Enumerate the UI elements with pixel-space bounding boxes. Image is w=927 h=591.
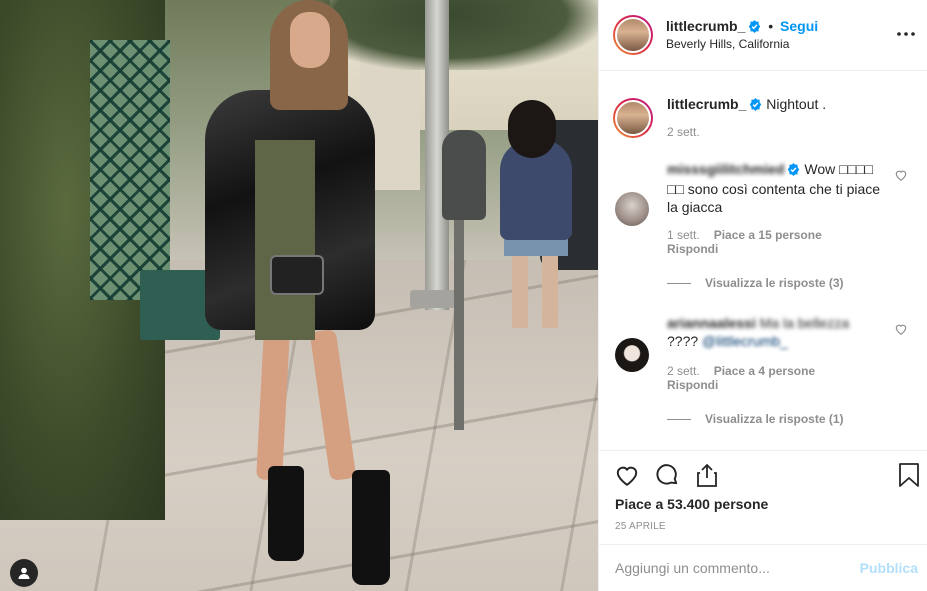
comment-time[interactable]: 2 sett. [667,364,700,378]
comment-like-icon[interactable] [894,322,908,336]
author-avatar[interactable] [613,15,653,55]
comments-list[interactable]: littlecrumb_ Nightout . 2 sett. misssgii… [599,72,927,450]
comment-text: ???? [667,333,699,349]
comment-likes[interactable]: Piace a 15 persone [714,228,822,242]
caption-text-line: littlecrumb_ Nightout . [667,96,826,114]
bookmark-icon[interactable] [895,461,923,489]
comment-like-icon[interactable] [894,168,908,182]
user-tag-icon[interactable] [10,559,38,587]
view-replies-line [667,282,691,284]
view-replies-line [667,418,691,420]
post-actions: Piace a 53.400 persone 25 APRILE [599,450,927,544]
comment-mention[interactable]: @littlecrumb_ [702,333,788,349]
comment-input[interactable] [615,557,835,579]
likes-count[interactable]: Piace a 53.400 persone [615,496,768,512]
photo-lattice [90,40,170,300]
comment-username[interactable]: ariannaalessi [667,315,756,331]
comment-text-blurred: Ma la bellezza [759,315,850,331]
comment-meta: 2 sett. Piace a 4 persone Rispondi [667,364,829,392]
caption-text: Nightout . [766,96,827,112]
comment-avatar[interactable] [615,338,649,372]
separator-dot: • [768,18,774,34]
post-header: littlecrumb_ • Segui Beverly Hills, Cali… [599,0,927,71]
photo-bg-person-hair [508,100,556,158]
photo-model-face [290,12,330,68]
photo-parking-meter [442,130,486,220]
more-options-icon[interactable] [894,22,918,46]
post-photo[interactable] [0,0,598,591]
reply-button[interactable]: Rispondi [667,242,822,256]
author-line: littlecrumb_ • Segui [666,18,818,36]
caption-avatar[interactable] [613,98,653,138]
comment-time[interactable]: 1 sett. [667,228,700,242]
reply-button[interactable]: Rispondi [667,378,815,392]
heart-icon[interactable] [613,461,641,489]
photo-bg-person-legs [512,250,562,328]
photo-meter-post [454,220,464,430]
verified-badge-icon [749,98,762,114]
view-replies-label: Visualizza le risposte (3) [705,276,844,290]
add-comment-bar: Pubblica [599,544,927,591]
publish-button[interactable]: Pubblica [860,560,918,576]
share-icon[interactable] [693,461,721,489]
comment-icon[interactable] [653,461,681,489]
author-username[interactable]: littlecrumb_ [666,18,745,34]
verified-badge-icon [748,20,761,36]
view-replies-label: Visualizza le risposte (1) [705,412,844,426]
comment-body: misssgiilitchmied Wow □□□□ □□ sono così … [667,160,889,216]
caption-username[interactable]: littlecrumb_ [667,96,746,112]
verified-badge-icon [787,162,800,180]
photo-pole-base [410,290,460,308]
follow-button[interactable]: Segui [780,18,818,34]
comment-body: ariannaalessi Ma la bellezza ???? @littl… [667,314,889,350]
photo-model-boot-left [268,466,304,561]
view-replies-button[interactable]: Visualizza le risposte (3) [667,276,844,290]
post-date[interactable]: 25 APRILE [615,521,666,532]
comment-username[interactable]: misssgiilitchmied [667,161,784,177]
post-side-panel: littlecrumb_ • Segui Beverly Hills, Cali… [598,0,927,591]
view-replies-button[interactable]: Visualizza le risposte (1) [667,412,844,426]
photo-model-dress [255,140,315,340]
photo-model-bag [270,255,324,295]
post-location[interactable]: Beverly Hills, California [666,37,789,51]
comment-meta: 1 sett. Piace a 15 persone Rispondi [667,228,836,256]
photo-model-boot-right [352,470,390,585]
comment-avatar[interactable] [615,192,649,226]
comment-likes[interactable]: Piace a 4 persone [714,364,815,378]
caption-time[interactable]: 2 sett. [667,125,700,139]
